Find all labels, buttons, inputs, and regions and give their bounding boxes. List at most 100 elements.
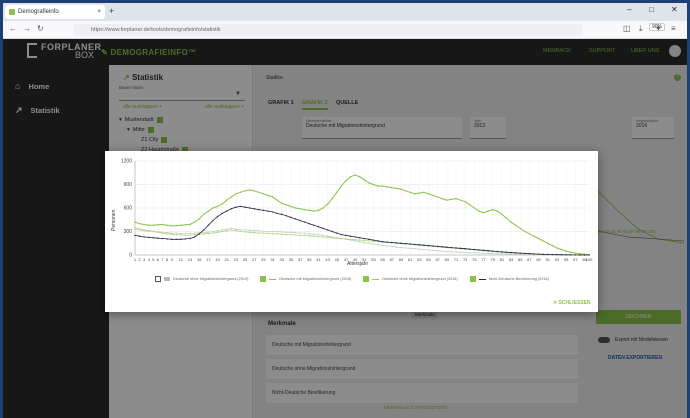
data-point (253, 208, 255, 210)
x-tick-label: 33 (280, 257, 285, 262)
close-window-icon[interactable]: ✕ (671, 5, 678, 14)
data-point (496, 252, 498, 255)
maximize-icon[interactable]: □ (649, 5, 654, 14)
data-point (138, 222, 141, 225)
data-point (514, 252, 517, 254)
chart-legend: Deutsche ohne Migrationshintergrund (201… (155, 276, 549, 282)
data-point (281, 233, 283, 235)
data-point (262, 209, 265, 212)
extensions-icon[interactable]: ✦ (655, 24, 662, 33)
data-point (386, 241, 388, 243)
url-bar[interactable]: https://www.forplaner.de/tools/demografi… (73, 24, 583, 36)
data-point (469, 204, 471, 206)
data-point (212, 219, 214, 222)
data-point (354, 239, 356, 241)
legend-checkbox[interactable] (155, 276, 161, 282)
data-point (143, 229, 145, 231)
data-point (308, 222, 310, 225)
data-point (308, 209, 310, 212)
data-point (340, 237, 343, 240)
shield-icon[interactable]: ◫ (623, 24, 631, 33)
tab-close-icon[interactable]: × (97, 9, 101, 15)
data-point (290, 231, 292, 233)
data-point (313, 235, 315, 237)
data-point (349, 235, 352, 237)
data-point (340, 185, 343, 187)
data-point (134, 221, 136, 223)
data-point (148, 224, 150, 226)
new-tab-button[interactable]: + (109, 6, 114, 16)
data-point (336, 232, 338, 234)
x-tick-label: 73 (463, 257, 468, 262)
data-point (569, 251, 572, 253)
data-point (180, 234, 182, 236)
x-tick-label: 27 (252, 257, 257, 262)
x-tick-label: 15 (197, 257, 202, 262)
data-point (299, 208, 301, 210)
data-point (519, 252, 521, 254)
data-point (313, 210, 315, 212)
data-point (395, 187, 398, 190)
data-point (180, 224, 182, 226)
data-point (212, 207, 214, 209)
data-point (294, 234, 297, 236)
data-point (436, 245, 439, 248)
data-point (510, 251, 512, 254)
x-tick-label: 67 (435, 257, 440, 262)
x-tick-label: 9 (171, 257, 174, 262)
data-point (152, 230, 155, 233)
data-point (285, 215, 288, 217)
data-point (203, 233, 205, 235)
legend-item[interactable]: Deutsche mit Migrationshintergrund (2016… (260, 276, 351, 282)
x-tick-label: 37 (298, 257, 303, 262)
legend-item[interactable]: Deutsche ohne Migrationshintergrund (201… (155, 276, 248, 282)
x-tick-label: 17 (206, 257, 211, 262)
data-point (359, 239, 361, 241)
x-tick-label: 83 (509, 257, 514, 262)
data-point (271, 233, 274, 235)
data-point (322, 227, 324, 230)
tab-title: Demografieinfo (18, 9, 59, 15)
legend-item[interactable]: Nicht-Deutsche Bevölkerung (2016) (469, 276, 549, 282)
data-point (432, 245, 434, 247)
legend-item[interactable]: Deutsche ohne Migrationshintergrund (201… (363, 276, 458, 282)
data-point (501, 251, 503, 253)
data-point (193, 236, 196, 238)
data-point (574, 252, 576, 254)
download-icon[interactable]: ⤓ (639, 24, 643, 34)
forward-icon[interactable]: → (23, 24, 31, 33)
x-tick-label: 4 (148, 257, 151, 262)
data-point (331, 230, 333, 233)
legend-checkbox[interactable] (469, 276, 476, 282)
data-point (184, 232, 187, 235)
data-point (294, 207, 297, 209)
data-point (455, 247, 457, 249)
data-point (244, 229, 246, 231)
x-tick-label: 8 (166, 257, 169, 262)
legend-checkbox[interactable] (260, 276, 267, 282)
data-point (400, 246, 402, 249)
reload-icon[interactable]: ↻ (37, 24, 44, 33)
x-tick-label: 69 (445, 257, 450, 262)
x-tick-label: 85 (518, 257, 523, 262)
legend-swatch (269, 278, 277, 280)
minimize-icon[interactable]: – (627, 5, 631, 14)
menu-icon[interactable]: ≡ (671, 24, 676, 33)
browser-tab[interactable]: Demografieinfo × (5, 5, 105, 19)
legend-checkbox[interactable] (363, 276, 370, 282)
data-point (368, 238, 370, 241)
data-point (524, 230, 526, 233)
back-icon[interactable]: ← (9, 24, 17, 33)
data-point (359, 175, 361, 178)
data-point (239, 205, 242, 208)
close-modal-button[interactable]: ✕ SCHLIESSEN (553, 300, 591, 306)
data-point (276, 199, 278, 201)
data-point (345, 238, 347, 240)
data-point (537, 253, 540, 255)
data-point (560, 254, 563, 256)
data-point (560, 248, 563, 251)
data-point (569, 254, 572, 256)
legend-label: Deutsche ohne Migrationshintergrund (201… (382, 277, 458, 281)
x-tick-label: 61 (408, 257, 413, 262)
data-point (404, 242, 407, 245)
